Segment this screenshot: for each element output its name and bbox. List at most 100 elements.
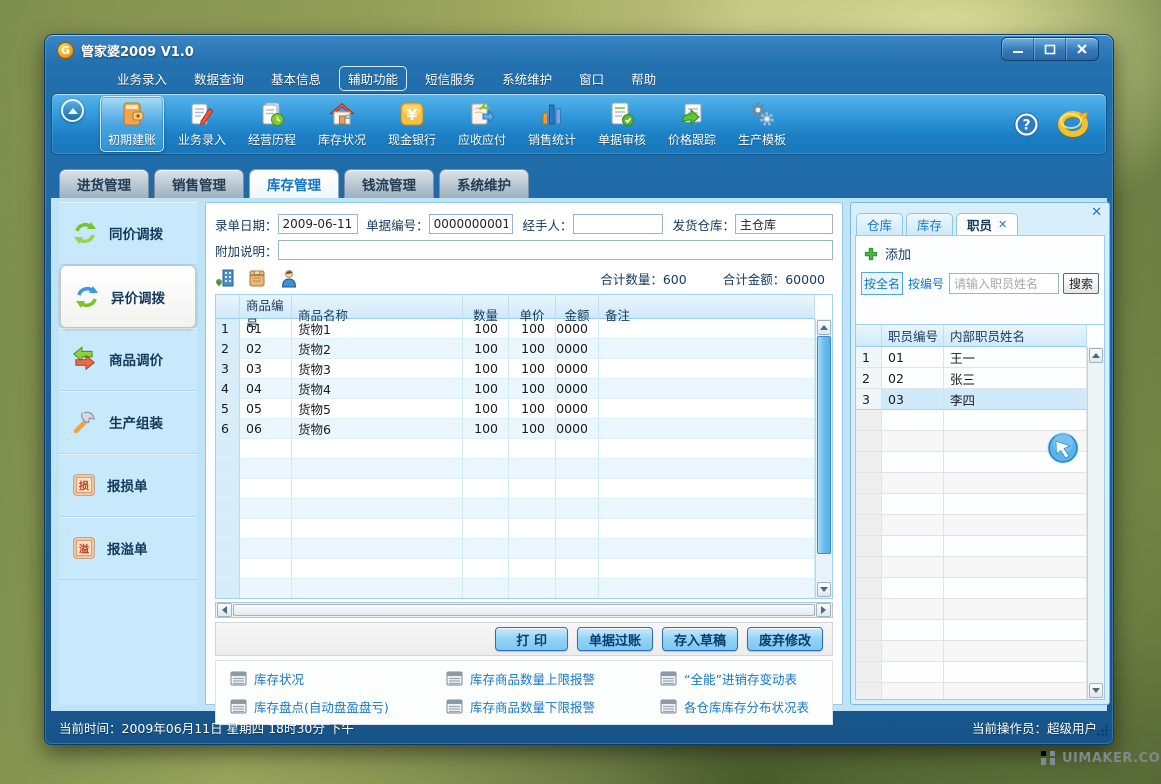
toolbar-item-2[interactable]: 业务录入: [170, 96, 234, 152]
toolbar-item-9[interactable]: 价格跟踪: [660, 96, 724, 152]
main-tab-2[interactable]: 销售管理: [154, 169, 244, 198]
menu-item[interactable]: 帮助: [631, 69, 656, 88]
search-by-name-toggle[interactable]: 按全名: [861, 272, 903, 295]
search-button[interactable]: 搜索: [1063, 273, 1099, 294]
table-row[interactable]: 505货物510010010000: [216, 399, 815, 419]
menu-item[interactable]: 短信服务: [425, 69, 475, 88]
lookup-tab-2[interactable]: 库存: [906, 213, 953, 235]
sidebar-item-5[interactable]: 损报损单: [59, 454, 197, 517]
toolbar-item-7[interactable]: 销售统计: [520, 96, 584, 152]
cell-empty: [599, 499, 815, 519]
maximize-button[interactable]: [1034, 38, 1066, 60]
menu-item[interactable]: 窗口: [579, 69, 604, 88]
table-row[interactable]: 303货物310010010000: [216, 359, 815, 379]
field-input-4[interactable]: [735, 214, 833, 234]
staff-cell-empty: [856, 473, 882, 494]
items-horizontal-scrollbar[interactable]: [215, 602, 833, 618]
report-link-3[interactable]: “全能”进销存变动表: [660, 669, 832, 688]
staff-vertical-scrollbar[interactable]: [1087, 347, 1104, 699]
table-row[interactable]: 101货物110010010000: [216, 319, 815, 339]
main-tab-5[interactable]: 系统维护: [439, 169, 529, 198]
staff-row[interactable]: 101王一: [856, 347, 1087, 368]
staff-cell-code: 03: [882, 389, 944, 410]
sidebar-item-4[interactable]: 生产组装: [59, 391, 197, 454]
close-button[interactable]: [1066, 38, 1098, 60]
search-by-code-toggle[interactable]: 按编号: [907, 273, 945, 294]
toolbar-item-8[interactable]: 单据审核: [590, 96, 654, 152]
panel-close-icon[interactable]: ✕: [1091, 206, 1102, 219]
staff-cell-empty: [856, 683, 882, 699]
sidebar-item-6[interactable]: 溢报溢单: [59, 517, 197, 580]
toolbar-item-5[interactable]: ¥现金银行: [380, 96, 444, 152]
collapse-toolbar-button[interactable]: [61, 99, 84, 122]
action-button-4[interactable]: 废弃修改: [747, 627, 823, 651]
browser-logo-icon[interactable]: [1056, 109, 1090, 139]
scroll-up-button[interactable]: [817, 320, 831, 335]
staff-row[interactable]: 202张三: [856, 368, 1087, 389]
lookup-panel: ✕ 仓库库存职员✕ 添加 按全名 按编号 搜索: [850, 202, 1110, 705]
staff-search-input[interactable]: [949, 273, 1059, 294]
goods-box-icon[interactable]: [247, 268, 267, 288]
scroll-right-button[interactable]: [816, 603, 831, 617]
sales-stats-icon: [538, 100, 566, 128]
menu-item[interactable]: 系统维护: [502, 69, 552, 88]
staff-col-name[interactable]: 内部职员姓名: [944, 325, 1087, 346]
main-tab-4[interactable]: 钱流管理: [344, 169, 434, 198]
help-icon[interactable]: ?: [1013, 111, 1040, 138]
menu-item[interactable]: 数据查询: [194, 69, 244, 88]
scroll-left-button[interactable]: [217, 603, 232, 617]
lookup-tab-3[interactable]: 职员✕: [956, 213, 1018, 235]
field-input-2[interactable]: [429, 214, 513, 234]
resize-grip[interactable]: [1096, 724, 1109, 740]
menu-item[interactable]: 业务录入: [117, 69, 167, 88]
hscrollbar-thumb[interactable]: [233, 604, 815, 616]
staff-cell-empty: [856, 599, 882, 620]
main-tab-1[interactable]: 进货管理: [59, 169, 149, 198]
sidebar-item-1[interactable]: 同价调拨: [59, 202, 197, 265]
action-button-1[interactable]: 打 印: [495, 627, 568, 651]
staff-row[interactable]: 303李四: [856, 389, 1087, 410]
cell-code: 01: [240, 319, 292, 339]
staff-search-row: 按全名 按编号 搜索: [856, 269, 1104, 301]
note-input[interactable]: [278, 240, 833, 260]
table-row[interactable]: 404货物410010010000: [216, 379, 815, 399]
action-button-3[interactable]: 存入草稿: [662, 627, 738, 651]
field-input-3[interactable]: [573, 214, 663, 234]
cell-empty: [240, 459, 292, 479]
action-button-2[interactable]: 单据过账: [577, 627, 653, 651]
sidebar-item-3[interactable]: 商品调价: [59, 328, 197, 391]
table-row-empty: [216, 519, 815, 539]
menu-item[interactable]: 基本信息: [271, 69, 321, 88]
items-vertical-scrollbar[interactable]: [815, 319, 832, 598]
field-label: 发货仓库：: [672, 215, 735, 234]
staff-cell-empty: [944, 515, 1087, 536]
report-link-2[interactable]: 库存商品数量上限报警: [446, 669, 660, 688]
menu-item[interactable]: 辅助功能: [339, 66, 407, 91]
toolbar-item-1[interactable]: 初期建账: [100, 96, 164, 152]
lookup-tab-1[interactable]: 仓库: [856, 213, 903, 235]
tab-close-icon[interactable]: ✕: [998, 218, 1007, 231]
toolbar-item-4[interactable]: 库存状况: [310, 96, 374, 152]
person-icon[interactable]: [279, 268, 299, 288]
scrollbar-thumb[interactable]: [817, 336, 831, 554]
table-row[interactable]: 202货物210010010000: [216, 339, 815, 359]
toolbar-item-10[interactable]: 生产模板: [730, 96, 794, 152]
minimize-button[interactable]: [1002, 38, 1034, 60]
staff-cell-empty: [944, 599, 1087, 620]
main-tab-3[interactable]: 库存管理: [249, 169, 339, 198]
current-operator: 当前操作员：超级用户: [972, 718, 1097, 737]
sidebar-item-2[interactable]: 异价调拨: [60, 265, 196, 328]
table-row[interactable]: 606货物610010010000: [216, 419, 815, 439]
report-link-1[interactable]: 库存状况: [230, 669, 446, 688]
toolbar-item-3[interactable]: 经营历程: [240, 96, 304, 152]
field-input-1[interactable]: [278, 214, 358, 234]
scroll-down-button[interactable]: [817, 582, 831, 597]
staff-col-code[interactable]: 职员编号: [882, 325, 944, 346]
add-row[interactable]: 添加: [856, 236, 1104, 269]
cell-empty: [463, 519, 509, 539]
scroll-up-button[interactable]: [1089, 348, 1103, 363]
staff-cell-empty: [856, 494, 882, 515]
toolbar-item-6[interactable]: 应收应付: [450, 96, 514, 152]
scroll-down-button[interactable]: [1089, 683, 1103, 698]
org-building-icon[interactable]: [215, 268, 235, 288]
